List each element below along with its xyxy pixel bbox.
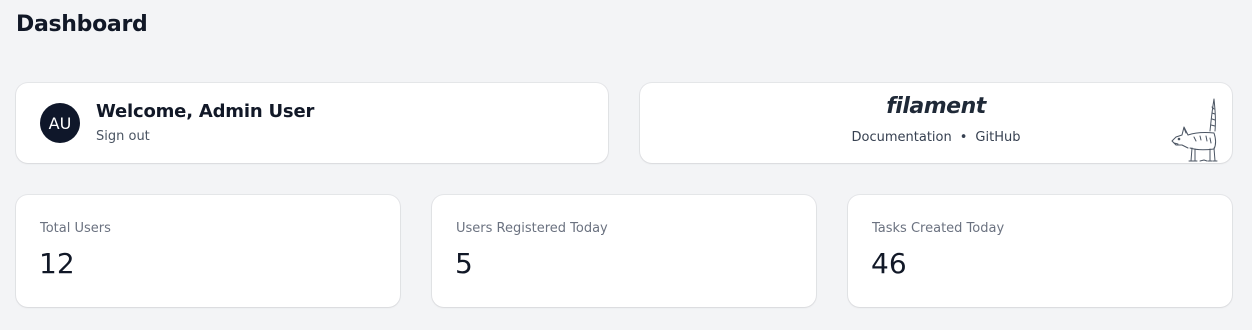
stat-label: Tasks Created Today [872,221,1005,236]
stat-label: Users Registered Today [456,221,608,236]
filament-links: Documentation • GitHub [640,130,1232,145]
link-separator: • [959,130,968,145]
stat-value: 46 [871,247,907,280]
stat-value: 12 [39,247,75,280]
avatar: AU [40,103,80,143]
stat-value: 5 [455,247,473,280]
page-title: Dashboard [16,12,148,37]
github-link[interactable]: GitHub [975,130,1020,145]
filament-logo[interactable]: filament [640,94,1232,119]
documentation-link[interactable]: Documentation [852,130,952,145]
dashboard-page: Dashboard AU Welcome, Admin User Sign ou… [0,0,1252,330]
dog-sketch-icon [1171,98,1218,162]
stat-card-users-registered-today: Users Registered Today 5 [432,195,816,307]
account-widget: AU Welcome, Admin User Sign out [16,83,608,163]
filament-info-widget: filament Documentation • GitHub [640,83,1232,163]
stat-label: Total Users [40,221,111,236]
welcome-text: Welcome, Admin User [96,101,315,122]
sign-out-link[interactable]: Sign out [96,129,150,144]
stat-card-tasks-created-today: Tasks Created Today 46 [848,195,1232,307]
stat-card-total-users: Total Users 12 [16,195,400,307]
